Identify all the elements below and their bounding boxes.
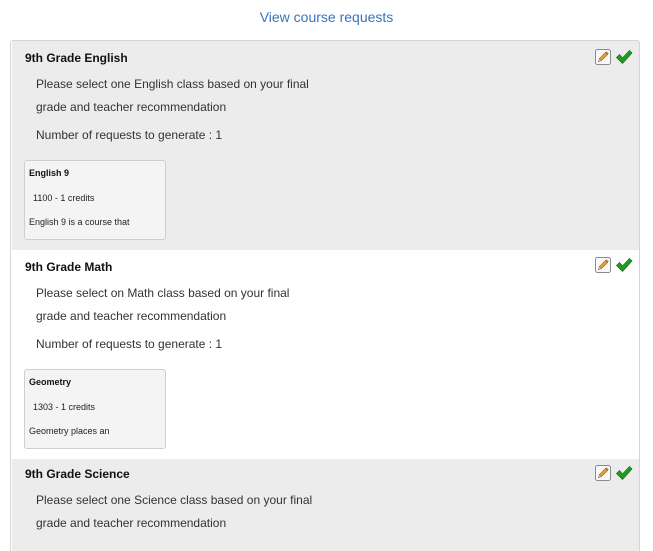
green-check-icon[interactable] <box>615 49 633 65</box>
course-card-geometry[interactable]: Geometry 1303 - 1 credits Geometry place… <box>24 369 166 449</box>
course-card-english-9[interactable]: English 9 1100 - 1 credits English 9 is … <box>24 160 166 240</box>
section-title: 9th Grade Math <box>25 260 113 274</box>
request-count: Number of requests to generate : 1 <box>36 337 223 351</box>
request-count: Number of requests to generate : 1 <box>36 128 223 142</box>
course-name: Geometry <box>29 377 72 387</box>
course-description: English 9 is a course that <box>29 217 130 227</box>
course-number-credits: 1303 - 1 credits <box>33 402 96 412</box>
description-line-2: grade and teacher recommendation <box>36 309 227 323</box>
course-requests-panel: 9th Grade English Please select one Engl… <box>10 40 640 551</box>
section-english: 9th Grade English Please select one Engl… <box>12 41 639 250</box>
green-check-icon[interactable] <box>615 465 633 481</box>
description-line-1: Please select one English class based on… <box>36 77 309 91</box>
description-line-2: grade and teacher recommendation <box>36 100 227 114</box>
description-line-1: Please select on Math class based on you… <box>36 286 290 300</box>
course-name: English 9 <box>29 168 70 178</box>
description-line-2: grade and teacher recommendation <box>36 516 227 530</box>
pencil-edit-icon[interactable] <box>595 49 611 65</box>
section-description: Please select on Math class based on you… <box>36 282 366 328</box>
view-course-requests-link[interactable]: View course requests <box>0 9 653 25</box>
section-description: Please select one English class based on… <box>36 73 366 119</box>
description-line-1: Please select one Science class based on… <box>36 493 313 507</box>
section-science: 9th Grade Science Please select one Scie… <box>12 459 639 551</box>
pencil-edit-icon[interactable] <box>595 465 611 481</box>
course-number-credits: 1100 - 1 credits <box>33 193 95 203</box>
section-title: 9th Grade Science <box>25 467 130 481</box>
section-description: Please select one Science class based on… <box>36 489 366 535</box>
pencil-edit-icon[interactable] <box>595 257 611 273</box>
section-math: 9th Grade Math Please select on Math cla… <box>12 250 639 459</box>
green-check-icon[interactable] <box>615 257 633 273</box>
course-description: Geometry places an <box>29 426 110 436</box>
section-title: 9th Grade English <box>25 51 128 65</box>
